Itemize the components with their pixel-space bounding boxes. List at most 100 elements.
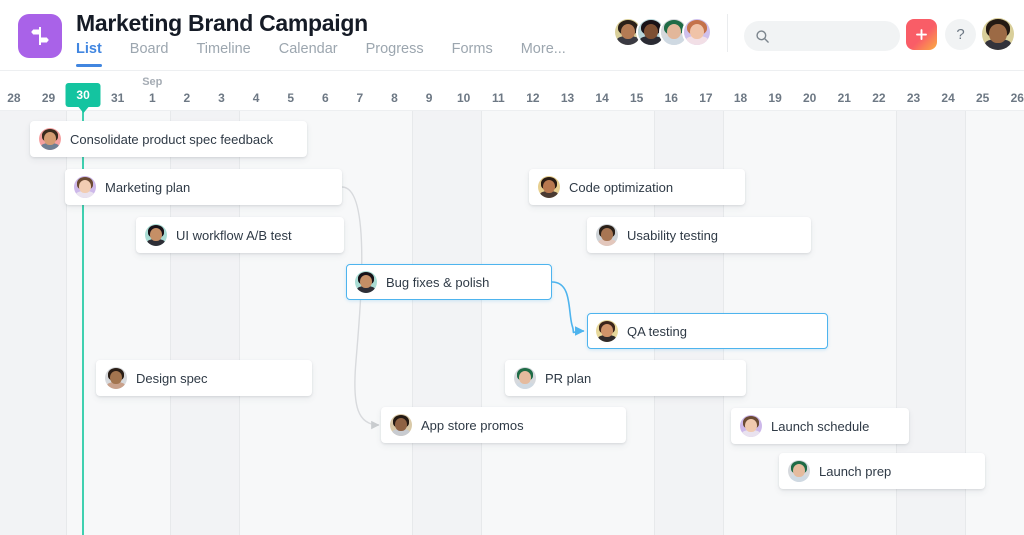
task-card-launch-prep[interactable]: Launch prep — [779, 453, 985, 489]
task-card-label: PR plan — [545, 370, 592, 386]
ruler-day-13[interactable]: 13 — [561, 91, 574, 105]
timeline-ruler[interactable]: 28 29 30 31 1 Sep 2 3 4 5 6 7 8 9 10 11 12 13 14 15 16 17 18 19… — [0, 71, 1024, 113]
tab-timeline[interactable]: Timeline — [196, 41, 250, 67]
avatar-face — [684, 19, 710, 45]
search-box[interactable] — [744, 21, 900, 51]
search-input[interactable] — [777, 23, 887, 49]
ruler-day-25[interactable]: 25 — [976, 91, 989, 105]
tab-board[interactable]: Board — [130, 41, 169, 67]
ruler-day-28[interactable]: 28 — [7, 91, 20, 105]
ruler-day-6[interactable]: 6 — [322, 91, 329, 105]
task-card-label: Marketing plan — [105, 179, 191, 195]
ruler-day-15[interactable]: 15 — [630, 91, 643, 105]
search-icon — [756, 29, 769, 43]
header-divider — [727, 14, 728, 52]
tab-list[interactable]: List — [76, 41, 102, 67]
task-card-label: Consolidate product spec feedback — [70, 131, 274, 147]
ruler-day-8[interactable]: 8 — [391, 91, 398, 105]
ruler-day-31[interactable]: 31 — [111, 91, 124, 105]
ruler-day-24[interactable]: 24 — [941, 91, 954, 105]
ruler-month-label: Sep — [142, 76, 163, 88]
task-card-ui-workflow[interactable]: UI workflow A/B test — [136, 217, 344, 253]
task-assignee-avatar[interactable] — [596, 224, 618, 246]
ruler-day-16[interactable]: 16 — [665, 91, 678, 105]
ruler-day-11[interactable]: 11 — [492, 91, 505, 105]
ruler-day-10[interactable]: 10 — [457, 91, 470, 105]
tab-calendar[interactable]: Calendar — [279, 41, 338, 67]
avatar-face — [514, 367, 536, 389]
ruler-day-5[interactable]: 5 — [287, 91, 294, 105]
tab-more[interactable]: More... — [521, 41, 566, 67]
ruler-day-2[interactable]: 2 — [184, 91, 191, 105]
ruler-day-4[interactable]: 4 — [253, 91, 260, 105]
avatar-face — [74, 176, 96, 198]
task-card-design-spec[interactable]: Design spec — [96, 360, 312, 396]
task-card-app-store-promos[interactable]: App store promos — [381, 407, 626, 443]
ruler-day-26[interactable]: 26 — [1011, 91, 1024, 105]
ruler-day-14[interactable]: 14 — [595, 91, 608, 105]
member-avatar-group[interactable] — [613, 17, 712, 47]
avatar-face — [596, 224, 618, 246]
task-card-launch-schedule[interactable]: Launch schedule — [731, 408, 909, 444]
task-card-consolidate[interactable]: Consolidate product spec feedback — [30, 121, 307, 157]
tab-label: Timeline — [196, 41, 251, 57]
task-card-code-optimization[interactable]: Code optimization — [529, 169, 745, 205]
avatar-face — [390, 414, 412, 436]
task-card-label: QA testing — [627, 323, 687, 339]
page-title: Marketing Brand Campaign — [76, 10, 368, 36]
task-card-pr-plan[interactable]: PR plan — [505, 360, 746, 396]
avatar-face — [355, 271, 377, 293]
ruler-day-1[interactable]: 1 — [149, 91, 156, 105]
ruler-day-12[interactable]: 12 — [526, 91, 539, 105]
task-card-label: Design spec — [136, 370, 208, 386]
task-assignee-avatar[interactable] — [788, 460, 810, 482]
task-assignee-avatar[interactable] — [514, 367, 536, 389]
task-card-label: Bug fixes & polish — [386, 274, 490, 290]
help-button[interactable]: ? — [945, 19, 976, 50]
task-assignee-avatar[interactable] — [39, 128, 61, 150]
ruler-day-21[interactable]: 21 — [838, 91, 851, 105]
task-assignee-avatar[interactable] — [740, 415, 762, 437]
tab-progress[interactable]: Progress — [366, 41, 424, 67]
ruler-day-22[interactable]: 22 — [872, 91, 885, 105]
member-avatar-4[interactable] — [682, 17, 712, 47]
ruler-day-today[interactable]: 30 — [76, 88, 89, 102]
task-card-qa-testing[interactable]: QA testing — [587, 313, 828, 349]
task-assignee-avatar[interactable] — [538, 176, 560, 198]
tab-label: Forms — [451, 41, 493, 57]
tab-forms[interactable]: Forms — [452, 41, 493, 67]
task-assignee-avatar[interactable] — [105, 367, 127, 389]
current-user-avatar[interactable] — [982, 18, 1014, 50]
ruler-day-17[interactable]: 17 — [699, 91, 712, 105]
weekend-band-1 — [0, 111, 66, 535]
ruler-day-20[interactable]: 20 — [803, 91, 816, 105]
tab-label: More... — [520, 41, 566, 57]
task-assignee-avatar[interactable] — [596, 320, 618, 342]
task-card-usability-testing[interactable]: Usability testing — [587, 217, 811, 253]
ruler-day-9[interactable]: 9 — [426, 91, 433, 105]
task-assignee-avatar[interactable] — [390, 414, 412, 436]
project-logo[interactable] — [18, 14, 62, 58]
timeline-canvas[interactable]: Consolidate product spec feedback Marketi… — [0, 111, 1024, 535]
avatar-face — [538, 176, 560, 198]
task-assignee-avatar[interactable] — [355, 271, 377, 293]
ruler-day-23[interactable]: 23 — [907, 91, 920, 105]
plus-icon — [916, 29, 927, 40]
timeline-app: Marketing Brand Campaign List Board Time… — [0, 0, 1024, 535]
avatar-face — [596, 320, 618, 342]
avatar-face — [740, 415, 762, 437]
task-card-marketing-plan[interactable]: Marketing plan — [65, 169, 342, 205]
ruler-day-19[interactable]: 19 — [768, 91, 781, 105]
ruler-day-18[interactable]: 18 — [734, 91, 747, 105]
task-card-label: Usability testing — [627, 227, 719, 243]
task-card-bug-fixes[interactable]: Bug fixes & polish — [346, 264, 552, 300]
grid-line-5 — [411, 111, 413, 535]
tab-label: List — [76, 41, 102, 57]
ruler-day-3[interactable]: 3 — [218, 91, 225, 105]
add-button[interactable] — [906, 19, 937, 50]
ruler-day-7[interactable]: 7 — [357, 91, 364, 105]
task-assignee-avatar[interactable] — [145, 224, 167, 246]
task-assignee-avatar[interactable] — [74, 176, 96, 198]
task-card-label: Launch prep — [819, 463, 892, 479]
ruler-day-29[interactable]: 29 — [42, 91, 55, 105]
